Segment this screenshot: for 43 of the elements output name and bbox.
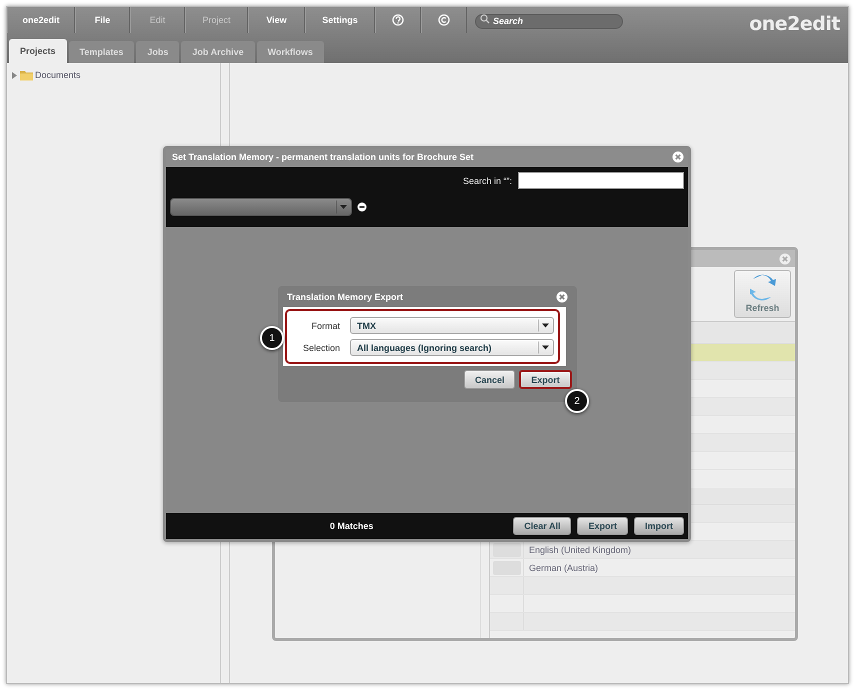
refresh-icon (750, 273, 776, 301)
close-icon[interactable] (672, 151, 684, 163)
search-icon (480, 14, 490, 24)
tab[interactable]: Templates (68, 41, 134, 63)
caret-icon (538, 319, 550, 332)
caret-icon (336, 200, 348, 214)
close-icon[interactable] (556, 290, 568, 302)
select-field[interactable]: All languages (Ignoring search) (350, 339, 554, 356)
close-icon[interactable] (779, 252, 791, 264)
menu-item[interactable]: Settings (305, 7, 375, 33)
language-name: English (United Kingdom) (529, 544, 632, 554)
dialog-title: Translation Memory Export (287, 292, 404, 302)
search-label: Search in “”: (462, 176, 512, 186)
field-label: Format (310, 320, 340, 330)
match-count: 0 Matches (328, 521, 374, 531)
field-label: Selection (302, 342, 340, 352)
caret-icon (538, 341, 550, 354)
footer-button[interactable]: Export (577, 517, 628, 535)
refresh-button[interactable]: Refresh (734, 270, 791, 318)
tab[interactable]: Projects (9, 39, 67, 63)
copyright-icon[interactable] (438, 14, 450, 26)
tab[interactable]: Jobs (136, 41, 180, 63)
menu-item[interactable]: View (248, 7, 305, 33)
footer-button[interactable]: Clear All (513, 517, 572, 535)
menu-item[interactable]: one2edit (7, 7, 75, 33)
help-icon[interactable] (392, 14, 404, 26)
tab[interactable]: Workflows (256, 41, 324, 63)
logo: one2edit (749, 13, 840, 35)
tab[interactable]: Job Archive (181, 41, 255, 63)
minus-icon[interactable] (357, 202, 367, 212)
tree-item[interactable]: Documents (35, 70, 81, 80)
expand-arrow-icon[interactable] (11, 72, 18, 78)
dropdown[interactable] (170, 198, 352, 216)
footer-button[interactable]: Import (634, 517, 684, 535)
dialog-title: Set Translation Memory - permanent translation units for Brochure Set (172, 152, 474, 162)
search-field[interactable]: Search (475, 14, 623, 28)
search-field[interactable] (518, 172, 684, 189)
select-field[interactable]: TMX (350, 317, 554, 334)
dialog-button[interactable]: Export (519, 370, 572, 389)
dialog-button[interactable]: Cancel (464, 370, 515, 389)
menu-item[interactable]: File (75, 7, 130, 33)
language-name: German (Austria) (529, 562, 598, 572)
folder-icon (20, 69, 33, 81)
